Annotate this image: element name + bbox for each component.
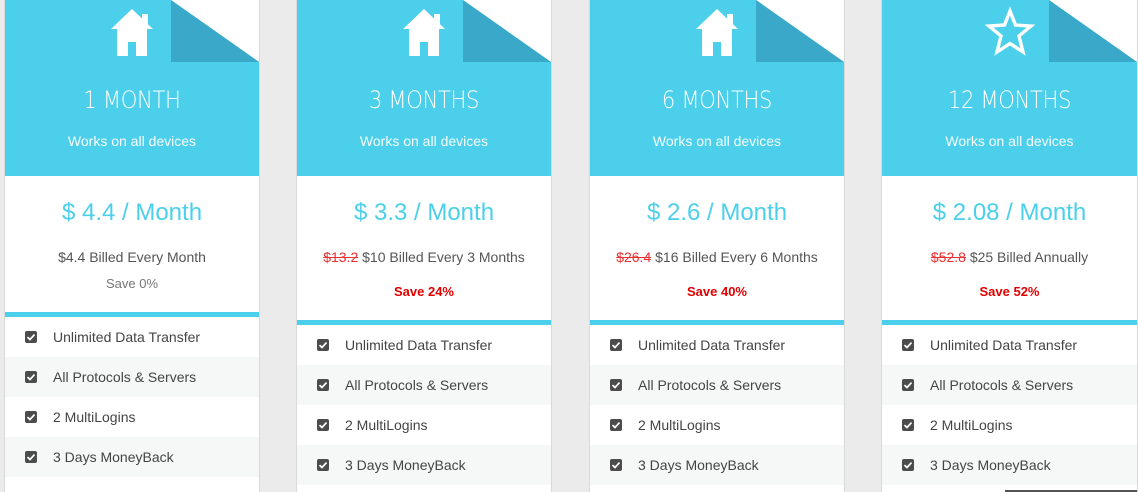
checkbox-icon — [317, 339, 329, 351]
plan-subtitle: Works on all devices — [359, 133, 489, 149]
billing-info: $4.4 Billed Every Month — [5, 249, 259, 265]
plan-price: $ 2.6 / Month — [646, 199, 788, 226]
checkbox-icon — [25, 411, 37, 423]
feature-item: 3 Days MoneyBack — [297, 445, 551, 485]
feature-item: 2 MultiLogins — [590, 405, 844, 445]
billing-text: $10 Billed Every 3 Months — [362, 249, 525, 265]
feature-label: 2 MultiLogins — [638, 417, 721, 433]
checkbox-icon — [317, 459, 329, 471]
save-percentage: Save 40% — [687, 284, 747, 299]
plan-title: 3 MONTHS — [368, 86, 480, 114]
plan-title: 6 MONTHS — [661, 86, 773, 114]
feature-item: All Protocols & Servers — [297, 365, 551, 405]
plan-price: $ 4.4 / Month — [61, 199, 203, 226]
feature-label: 3 Days MoneyBack — [930, 457, 1051, 473]
checkbox-icon — [317, 419, 329, 431]
feature-label: 2 MultiLogins — [345, 417, 428, 433]
feature-item: Unlimited Data Transfer — [590, 325, 844, 365]
original-price: $52.8 — [930, 249, 966, 265]
checkbox-icon — [317, 379, 329, 391]
plan-header: 1 MONTH Works on all devices — [5, 0, 259, 176]
feature-label: 2 MultiLogins — [930, 417, 1013, 433]
feature-label: All Protocols & Servers — [345, 377, 489, 393]
plan-price: $ 3.3 / Month — [353, 199, 495, 226]
feature-item: 3 Days MoneyBack — [590, 445, 844, 485]
house-icon — [111, 9, 153, 56]
save-percentage: Save 0% — [105, 276, 159, 291]
billing-info: $52.8 $25 Billed Annually — [882, 249, 1137, 265]
checkbox-icon — [610, 459, 622, 471]
checkbox-icon — [902, 419, 914, 431]
checkbox-icon — [25, 371, 37, 383]
feature-label: All Protocols & Servers — [53, 369, 197, 385]
feature-label: All Protocols & Servers — [638, 377, 782, 393]
plan-card-1-month: 1 MONTH Works on all devices $ 4.4 / Mon… — [4, 0, 260, 492]
feature-item: 2 MultiLogins — [882, 405, 1137, 445]
checkbox-icon — [610, 379, 622, 391]
feature-label: Unlimited Data Transfer — [345, 337, 493, 353]
plan-subtitle: Works on all devices — [652, 133, 782, 149]
plan-price: $ 2.08 / Month — [932, 199, 1087, 226]
checkbox-icon — [902, 459, 914, 471]
feature-label: Unlimited Data Transfer — [930, 337, 1078, 353]
feature-item: 3 Days MoneyBack — [882, 445, 1137, 485]
checkbox-icon — [902, 339, 914, 351]
save-percentage: Save 24% — [394, 284, 454, 299]
billing-text: $16 Billed Every 6 Months — [655, 249, 818, 265]
star-icon — [984, 6, 1035, 56]
checkbox-icon — [25, 331, 37, 343]
plan-subtitle: Works on all devices — [945, 133, 1074, 149]
save-percentage: Save 52% — [979, 284, 1040, 299]
feature-item: All Protocols & Servers — [882, 365, 1137, 405]
plan-card-3-months: 3 MONTHS Works on all devices $ 3.3 / Mo… — [296, 0, 552, 492]
feature-item: All Protocols & Servers — [590, 365, 844, 405]
feature-label: 3 Days MoneyBack — [53, 449, 174, 465]
billing-text: $4.4 Billed Every Month — [58, 249, 206, 265]
feature-item: 2 MultiLogins — [297, 405, 551, 445]
feature-label: 2 MultiLogins — [53, 409, 136, 425]
checkbox-icon — [25, 451, 37, 463]
plan-card-12-months: 12 MONTHS Works on all devices $ 2.08 / … — [881, 0, 1138, 492]
feature-label: Unlimited Data Transfer — [53, 329, 201, 345]
checkbox-icon — [902, 379, 914, 391]
plan-header: 6 MONTHS Works on all devices — [590, 0, 844, 176]
plan-title: 12 MONTHS — [947, 86, 1072, 114]
plan-header: 12 MONTHS Works on all devices — [882, 0, 1137, 176]
feature-item: 3 Days MoneyBack — [5, 437, 259, 477]
feature-label: All Protocols & Servers — [930, 377, 1074, 393]
feature-item: Unlimited Data Transfer — [297, 325, 551, 365]
plan-title: 1 MONTH — [83, 86, 181, 114]
original-price: $13.2 — [323, 249, 359, 265]
checkbox-icon — [610, 339, 622, 351]
feature-item: All Protocols & Servers — [5, 357, 259, 397]
billing-info: $13.2 $10 Billed Every 3 Months — [297, 249, 551, 265]
pricing-plans: 1 MONTH Works on all devices $ 4.4 / Mon… — [0, 0, 1138, 492]
billing-info: $26.4 $16 Billed Every 6 Months — [590, 249, 844, 265]
checkbox-icon — [610, 419, 622, 431]
house-icon — [403, 9, 445, 56]
feature-item: Unlimited Data Transfer — [882, 325, 1137, 365]
plan-header: 3 MONTHS Works on all devices — [297, 0, 551, 176]
original-price: $26.4 — [616, 249, 652, 265]
feature-item: Unlimited Data Transfer — [5, 317, 259, 357]
feature-label: 3 Days MoneyBack — [638, 457, 759, 473]
feature-label: Unlimited Data Transfer — [638, 337, 786, 353]
house-icon — [696, 9, 738, 56]
feature-label: 3 Days MoneyBack — [345, 457, 466, 473]
plan-card-6-months: 6 MONTHS Works on all devices $ 2.6 / Mo… — [589, 0, 845, 492]
plan-subtitle: Works on all devices — [67, 133, 197, 149]
feature-item: 2 MultiLogins — [5, 397, 259, 437]
billing-text: $25 Billed Annually — [969, 249, 1089, 265]
